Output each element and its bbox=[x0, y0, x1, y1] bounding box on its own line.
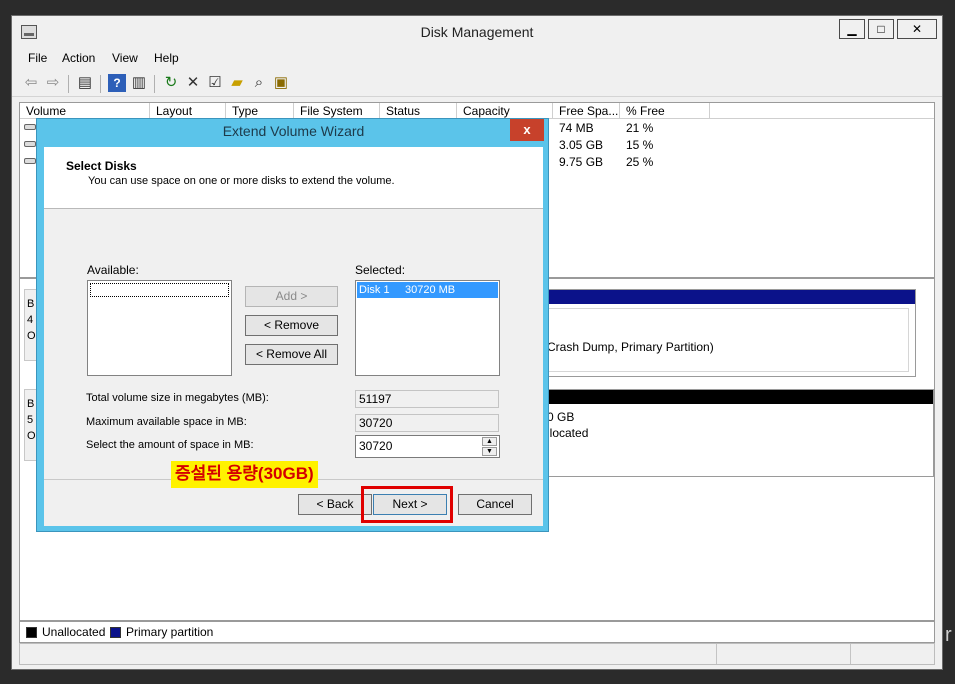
free-space-cell: 74 MB bbox=[559, 121, 594, 135]
unallocated-bar bbox=[541, 390, 933, 404]
spinner-up-icon[interactable]: ▲ bbox=[482, 437, 497, 446]
selected-disk-name: Disk 1 bbox=[359, 284, 390, 296]
dialog-close-button[interactable]: x bbox=[510, 119, 544, 141]
add-button[interactable]: Add > bbox=[245, 286, 338, 307]
amount-value: 30720 bbox=[359, 439, 393, 453]
disk-1-size: 5 bbox=[27, 414, 34, 426]
show-hide-console-tree-icon[interactable]: ▤ bbox=[76, 74, 94, 92]
column-status[interactable]: Status bbox=[380, 103, 457, 119]
open-folder-icon[interactable]: ▰ bbox=[228, 74, 246, 92]
amount-spinner-input[interactable]: 30720 ▲ ▼ bbox=[355, 435, 500, 458]
disk-1-unallocated-size: 0 GB bbox=[547, 410, 575, 424]
toolbar-separator bbox=[100, 75, 101, 93]
amount-label: Select the amount of space in MB: bbox=[86, 439, 254, 451]
legend-primary-swatch bbox=[110, 627, 121, 638]
menu-view[interactable]: View bbox=[104, 48, 146, 68]
status-bar bbox=[19, 643, 935, 665]
minimize-button[interactable]: ▁ bbox=[839, 19, 865, 39]
column-volume[interactable]: Volume bbox=[20, 103, 150, 119]
status-divider bbox=[716, 644, 717, 664]
column-capacity[interactable]: Capacity bbox=[457, 103, 553, 119]
selected-disks-list[interactable]: Disk 1 30720 MB bbox=[355, 280, 500, 376]
disk-1-unallocated[interactable]: 0 GB llocated bbox=[540, 389, 934, 477]
legend-unallocated-swatch bbox=[26, 627, 37, 638]
menu-bar: File Action View Help bbox=[12, 48, 942, 68]
disk-1-status: O bbox=[27, 430, 36, 442]
maximize-button[interactable]: □ bbox=[868, 19, 894, 39]
column-percent-free[interactable]: % Free bbox=[620, 103, 710, 119]
menu-help[interactable]: Help bbox=[146, 48, 187, 68]
properties-icon[interactable]: ☑ bbox=[206, 74, 224, 92]
free-space-cell: 9.75 GB bbox=[559, 155, 604, 169]
menu-action[interactable]: Action bbox=[54, 48, 103, 68]
legend-unallocated-label: Unallocated bbox=[42, 625, 106, 639]
drive-icon bbox=[24, 124, 36, 130]
disk-0-label: B bbox=[27, 298, 35, 310]
window-title: Disk Management bbox=[420, 24, 534, 40]
disk-0-status: O bbox=[27, 330, 36, 342]
available-label: Available: bbox=[87, 263, 139, 277]
disk-0-size: 4 bbox=[27, 314, 34, 326]
column-type[interactable]: Type bbox=[226, 103, 294, 119]
disk-0-partition[interactable]: Crash Dump, Primary Partition) bbox=[540, 289, 916, 377]
max-space-label: Maximum available space in MB: bbox=[86, 416, 247, 428]
delete-icon[interactable]: ✕ bbox=[184, 74, 202, 92]
status-divider bbox=[850, 644, 851, 664]
close-button[interactable]: ✕ bbox=[897, 19, 937, 39]
toolbar-separator bbox=[154, 75, 155, 93]
rescan-disks-icon[interactable]: ▣ bbox=[272, 74, 290, 92]
toolbar: ⇦ ⇨ ▤ ? ▥ ↻ ✕ ☑ ▰ ⌕ ▣ bbox=[12, 71, 942, 97]
forward-icon[interactable]: ⇨ bbox=[44, 74, 62, 92]
cancel-button[interactable]: Cancel bbox=[458, 494, 532, 515]
title-bar[interactable]: Disk Management ▁ □ ✕ bbox=[12, 16, 942, 48]
total-size-field: 51197 bbox=[355, 390, 499, 408]
column-layout[interactable]: Layout bbox=[150, 103, 226, 119]
legend: Unallocated Primary partition bbox=[19, 621, 935, 643]
wizard-step-description: You can use space on one or more disks t… bbox=[88, 175, 395, 187]
spinner-down-icon[interactable]: ▼ bbox=[482, 447, 497, 456]
annotation-highlight-box bbox=[361, 486, 453, 523]
total-size-label: Total volume size in megabytes (MB): bbox=[86, 392, 269, 404]
drive-icon bbox=[24, 158, 36, 164]
menu-file[interactable]: File bbox=[20, 48, 55, 68]
percent-free-cell: 21 % bbox=[626, 121, 654, 135]
toolbar-separator bbox=[68, 75, 69, 93]
refresh-icon[interactable]: ↻ bbox=[162, 74, 180, 92]
drive-icon bbox=[24, 141, 36, 147]
focus-rectangle bbox=[90, 283, 229, 297]
column-filler bbox=[710, 103, 934, 119]
disk-0-partition-label: Crash Dump, Primary Partition) bbox=[547, 340, 714, 354]
legend-primary-label: Primary partition bbox=[126, 625, 214, 639]
percent-free-cell: 25 % bbox=[626, 155, 654, 169]
selected-label: Selected: bbox=[355, 263, 406, 277]
free-space-cell: 3.05 GB bbox=[559, 138, 604, 152]
column-file-system[interactable]: File System bbox=[294, 103, 380, 119]
selected-disk-size: 30720 MB bbox=[405, 284, 456, 296]
wizard-step-title: Select Disks bbox=[66, 159, 137, 173]
annotation-label: 증설된 용량(30GB) bbox=[171, 461, 318, 488]
background-text-fragment: r bbox=[945, 624, 952, 646]
remove-button[interactable]: < Remove bbox=[245, 315, 338, 336]
primary-partition-bar bbox=[541, 290, 915, 304]
remove-all-button[interactable]: < Remove All bbox=[245, 344, 338, 365]
max-space-field: 30720 bbox=[355, 414, 499, 432]
search-icon[interactable]: ⌕ bbox=[250, 74, 268, 92]
properties-pane-icon[interactable]: ▥ bbox=[130, 74, 148, 92]
disk-1-unallocated-label: llocated bbox=[547, 426, 589, 440]
available-disks-list[interactable] bbox=[87, 280, 232, 376]
column-free-space[interactable]: Free Spa... bbox=[553, 103, 620, 119]
percent-free-cell: 15 % bbox=[626, 138, 654, 152]
back-icon[interactable]: ⇦ bbox=[22, 74, 40, 92]
selected-disk-item[interactable]: Disk 1 30720 MB bbox=[357, 282, 498, 298]
disk-1-label: B bbox=[27, 398, 35, 410]
dialog-title: Extend Volume Wizard bbox=[222, 123, 365, 139]
help-icon[interactable]: ? bbox=[108, 74, 126, 92]
wizard-header: Select Disks You can use space on one or… bbox=[44, 147, 543, 209]
